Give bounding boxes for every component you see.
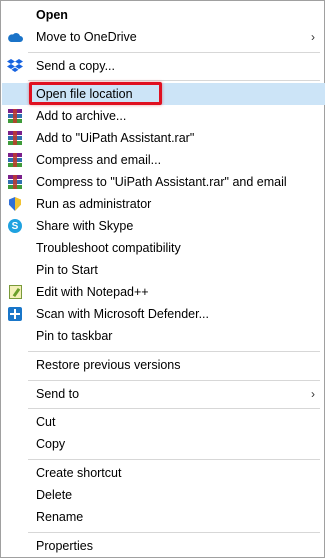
separator: [28, 52, 320, 53]
chevron-right-icon: ›: [311, 30, 315, 44]
context-menu: Open Move to OneDrive › Send a copy... O…: [0, 0, 325, 558]
separator: [28, 532, 320, 533]
menu-item-scan-with-defender[interactable]: Scan with Microsoft Defender...: [2, 303, 325, 325]
separator: [28, 80, 320, 81]
menu-item-add-to-archive[interactable]: Add to archive...: [2, 105, 325, 127]
menu-item-label: Rename: [36, 510, 84, 524]
separator: [28, 351, 320, 352]
menu-item-label: Add to archive...: [36, 109, 127, 123]
menu-item-create-shortcut[interactable]: Create shortcut: [2, 462, 325, 484]
menu-item-run-as-administrator[interactable]: Run as administrator: [2, 193, 325, 215]
menu-item-label: Compress and email...: [36, 153, 162, 167]
menu-item-label: Create shortcut: [36, 466, 122, 480]
menu-item-send-to[interactable]: Send to ›: [2, 383, 325, 405]
menu-item-copy[interactable]: Copy: [2, 433, 325, 455]
skype-icon: S: [7, 218, 23, 234]
menu-item-add-to-rar[interactable]: Add to "UiPath Assistant.rar": [2, 127, 325, 149]
menu-item-label: Cut: [36, 415, 56, 429]
shield-icon: [7, 196, 23, 212]
menu-item-label: Pin to taskbar: [36, 329, 113, 343]
menu-item-pin-to-start[interactable]: Pin to Start: [2, 259, 325, 281]
winrar-icon: [7, 174, 23, 190]
menu-item-label: Send to: [36, 387, 80, 401]
winrar-icon: [7, 152, 23, 168]
menu-item-edit-with-notepad-plus-plus[interactable]: Edit with Notepad++: [2, 281, 325, 303]
menu-item-label: Pin to Start: [36, 263, 98, 277]
menu-item-label: Edit with Notepad++: [36, 285, 149, 299]
menu-item-cut[interactable]: Cut: [2, 411, 325, 433]
notepad-plus-plus-icon: [7, 284, 23, 300]
menu-item-open[interactable]: Open: [2, 4, 325, 26]
menu-item-label: Properties: [36, 539, 93, 553]
menu-item-properties[interactable]: Properties: [2, 535, 325, 557]
menu-item-label: Open file location: [36, 87, 133, 101]
menu-item-label: Troubleshoot compatibility: [36, 241, 181, 255]
menu-item-label: Send a copy...: [36, 59, 115, 73]
menu-item-label: Add to "UiPath Assistant.rar": [36, 131, 195, 145]
menu-item-label: Copy: [36, 437, 66, 451]
menu-item-label: Delete: [36, 488, 73, 502]
menu-item-label: Compress to "UiPath Assistant.rar" and e…: [36, 175, 287, 189]
menu-item-label: Share with Skype: [36, 219, 134, 233]
menu-item-move-to-onedrive[interactable]: Move to OneDrive ›: [2, 26, 325, 48]
menu-item-label: Scan with Microsoft Defender...: [36, 307, 209, 321]
separator: [28, 459, 320, 460]
menu-item-compress-to-rar-and-email[interactable]: Compress to "UiPath Assistant.rar" and e…: [2, 171, 325, 193]
menu-item-label: Move to OneDrive: [36, 30, 137, 44]
separator: [28, 408, 320, 409]
menu-item-label: Run as administrator: [36, 197, 152, 211]
menu-item-delete[interactable]: Delete: [2, 484, 325, 506]
onedrive-icon: [7, 29, 23, 45]
winrar-icon: [7, 130, 23, 146]
menu-item-restore-previous-versions[interactable]: Restore previous versions: [2, 354, 325, 376]
menu-item-rename[interactable]: Rename: [2, 506, 325, 528]
winrar-icon: [7, 108, 23, 124]
menu-item-compress-and-email[interactable]: Compress and email...: [2, 149, 325, 171]
menu-item-send-a-copy[interactable]: Send a copy...: [2, 55, 325, 77]
chevron-right-icon: ›: [311, 387, 315, 401]
menu-item-troubleshoot-compatibility[interactable]: Troubleshoot compatibility: [2, 237, 325, 259]
menu-item-open-file-location[interactable]: Open file location: [2, 83, 325, 105]
menu-item-label: Restore previous versions: [36, 358, 181, 372]
menu-item-label: Open: [36, 8, 68, 22]
defender-icon: [7, 306, 23, 322]
separator: [28, 380, 320, 381]
dropbox-icon: [7, 58, 23, 74]
menu-item-pin-to-taskbar[interactable]: Pin to taskbar: [2, 325, 325, 347]
menu-item-share-with-skype[interactable]: S Share with Skype: [2, 215, 325, 237]
